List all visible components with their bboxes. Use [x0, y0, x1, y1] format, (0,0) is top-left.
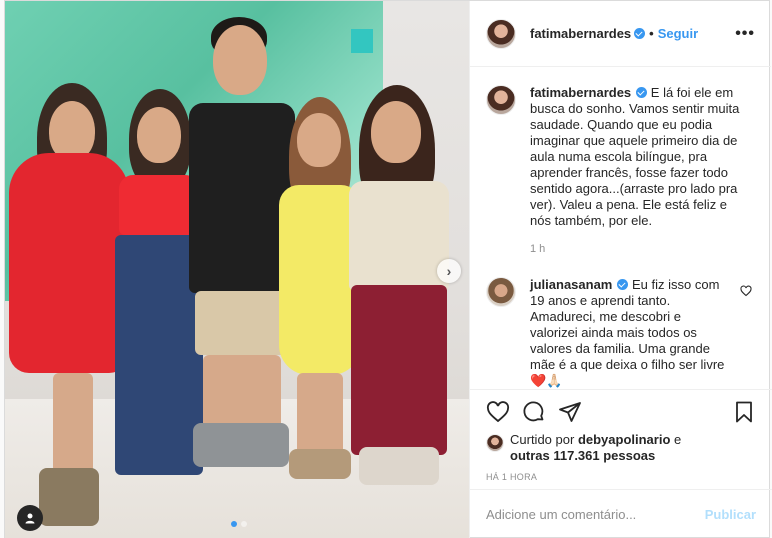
caption-avatar[interactable]: [486, 85, 516, 115]
user-tag-button[interactable]: [17, 505, 43, 531]
publish-button[interactable]: Publicar: [705, 507, 756, 522]
carousel-next-button[interactable]: ›: [437, 259, 461, 283]
carousel-dot-2: [241, 521, 247, 527]
more-options-button[interactable]: •••: [735, 25, 755, 43]
comment-text: Eu fiz isso com 19 anos e aprendi tanto.…: [530, 277, 725, 388]
add-comment-bar: Publicar: [470, 489, 772, 538]
comment-icon[interactable]: [522, 400, 546, 424]
header-username[interactable]: fatimabernardes: [530, 26, 631, 41]
liker-username[interactable]: debyapolinario: [578, 432, 670, 447]
carousel-dot-1: [231, 521, 237, 527]
comment-avatar[interactable]: [486, 277, 516, 307]
caption-time: 1 h: [530, 243, 546, 255]
share-icon[interactable]: [558, 400, 582, 424]
likes-summary: Curtido por debyapolinario e outras 117.…: [486, 432, 756, 464]
post-header: fatimabernardes • Seguir •••: [470, 1, 771, 67]
heart-icon[interactable]: [486, 400, 510, 424]
post-photo[interactable]: ›: [5, 1, 469, 538]
caption-text: E lá foi ele em busca do sonho. Vamos se…: [530, 85, 740, 228]
chevron-right-icon: ›: [446, 263, 452, 279]
post-actions: Curtido por debyapolinario e outras 117.…: [470, 389, 772, 482]
likes-conj: e: [674, 432, 682, 447]
instagram-post: › fatimabernardes • Seguir ••• fatimaber…: [4, 0, 772, 538]
person-patterned-pants: [349, 85, 449, 491]
likes-count-link[interactable]: outras 117.361 pessoas: [510, 448, 655, 463]
caption: fatimabernardes E lá foi ele em busca do…: [486, 85, 756, 257]
comment-like-heart-icon[interactable]: [740, 285, 752, 297]
person-red-dress: [9, 83, 129, 529]
liker-avatar[interactable]: [486, 434, 504, 452]
header-separator: •: [649, 26, 654, 41]
more-horizontal-icon: •••: [735, 24, 755, 42]
verified-badge-icon: [617, 279, 629, 290]
comment-input[interactable]: [486, 507, 705, 522]
bookmark-icon[interactable]: [732, 400, 756, 424]
verified-badge-icon: [634, 28, 646, 39]
post-sidebar: fatimabernardes • Seguir ••• fatimaberna…: [469, 1, 772, 538]
post-timestamp[interactable]: HÁ 1 HORA: [486, 472, 756, 482]
comment-item: julianasanam Eu fiz isso com 19 anos e a…: [486, 277, 756, 389]
avatar[interactable]: [486, 18, 516, 49]
likes-prefix: Curtido por: [510, 432, 575, 447]
verified-badge-icon: [636, 87, 648, 98]
comments-list[interactable]: fatimabernardes E lá foi ele em busca do…: [470, 67, 772, 389]
user-tag-icon: [25, 513, 35, 524]
follow-button[interactable]: Seguir: [658, 26, 698, 41]
carousel-indicator: [231, 521, 247, 527]
caption-username[interactable]: fatimabernardes: [530, 85, 631, 100]
comment-username[interactable]: julianasanam: [530, 277, 612, 292]
